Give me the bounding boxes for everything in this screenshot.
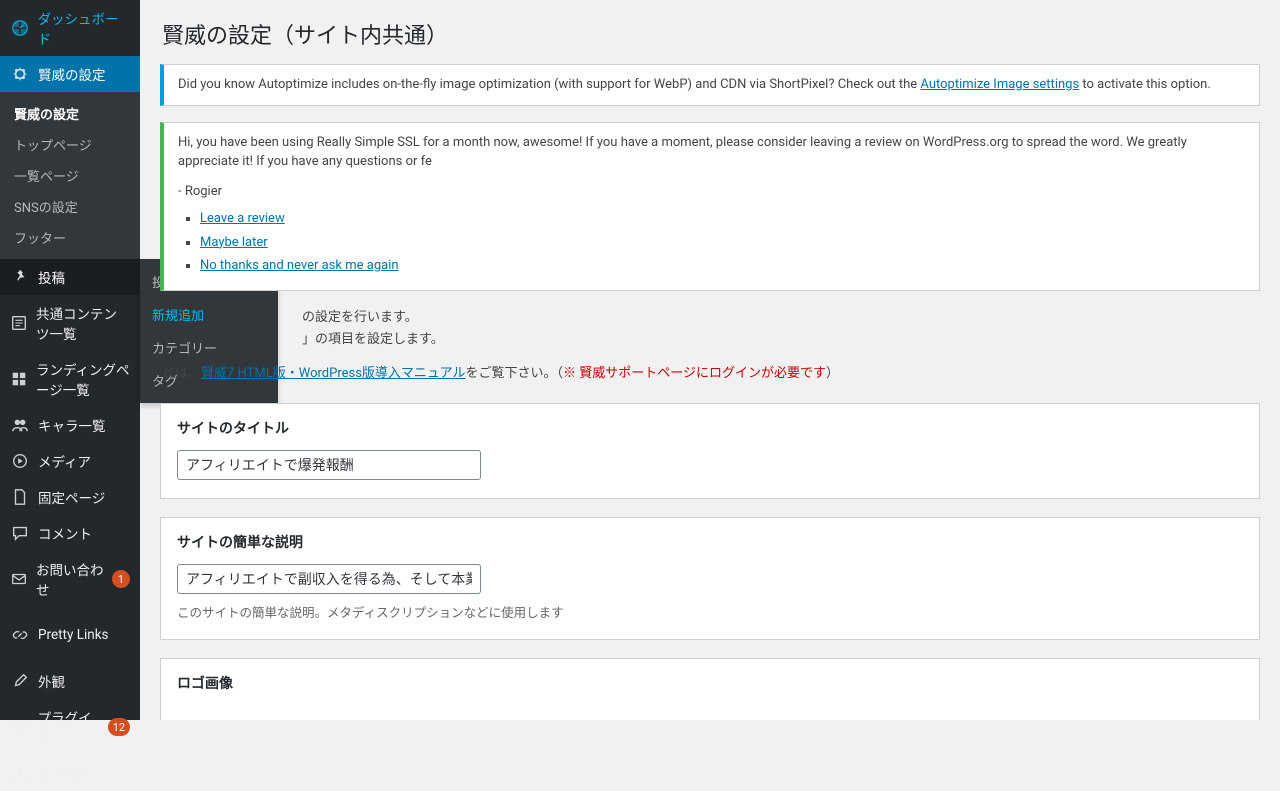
sidebar-item-comments[interactable]: コメント	[0, 515, 140, 551]
sidebar-label: 固定ページ	[38, 487, 105, 507]
submenu-item-footer[interactable]: フッター	[0, 222, 140, 253]
pin-icon	[10, 267, 30, 287]
warn-text: ※ 賢威サポートページにログインが必要です	[563, 366, 826, 381]
sidebar-label: ランディングページ一覧	[36, 359, 130, 399]
plugin-icon	[10, 717, 30, 737]
sidebar-item-dashboard[interactable]: ダッシュボード	[0, 0, 140, 56]
media-icon	[10, 451, 30, 471]
user-icon	[10, 763, 30, 783]
panel-heading: サイトの簡単な説明	[177, 532, 1243, 552]
notice-text: Hi, you have been using Really Simple SS…	[178, 133, 1245, 172]
sidebar-item-posts[interactable]: 投稿 投稿一覧 新規追加 カテゴリー タグ	[0, 259, 140, 295]
sidebar-item-appearance[interactable]: 外観	[0, 663, 140, 699]
mail-icon	[10, 569, 28, 589]
sidebar-label: キャラ一覧	[38, 415, 106, 435]
list-icon	[10, 313, 28, 333]
sidebar-label: コメント	[38, 523, 92, 543]
intro-block: の設定を行います。 」の項目を設定します。 どは、賢威7 HTML版・WordP…	[300, 307, 1260, 385]
page-icon	[10, 487, 30, 507]
dashboard-icon	[10, 18, 30, 38]
notice-rsssl: Hi, you have been using Really Simple SS…	[160, 122, 1260, 291]
link-manual[interactable]: 賢威7 HTML版・WordPress版導入マニュアル	[201, 366, 466, 381]
plugins-badge: 12	[108, 718, 130, 736]
sidebar-label: 投稿	[38, 267, 65, 287]
sidebar-item-chara[interactable]: キャラ一覧	[0, 407, 140, 443]
sidebar-item-contact[interactable]: お問い合わせ 1	[0, 551, 140, 607]
panel-logo: ロゴ画像	[160, 658, 1260, 720]
sidebar-item-landing[interactable]: ランディングページ一覧	[0, 351, 140, 407]
sidebar-submenu-keni: 賢威の設定 トップページ 一覧ページ SNSの設定 フッター	[0, 92, 140, 259]
sidebar-label: 外観	[38, 671, 65, 691]
sidebar-label: 共通コンテンツ一覧	[36, 303, 130, 343]
notice-link-autoptimize[interactable]: Autoptimize Image settings	[920, 77, 1079, 92]
main-content: 賢威の設定（サイト内共通） Did you know Autoptimize i…	[140, 0, 1280, 720]
submenu-item-sns[interactable]: SNSの設定	[0, 191, 140, 222]
sidebar-item-keni[interactable]: 賢威の設定	[0, 56, 140, 92]
input-site-desc[interactable]	[177, 564, 481, 594]
sidebar-item-prettylinks[interactable]: Pretty Links	[0, 617, 140, 653]
submenu-item-keni-settings[interactable]: 賢威の設定	[0, 98, 140, 129]
notice-autoptimize: Did you know Autoptimize includes on-the…	[160, 64, 1260, 106]
link-icon	[10, 625, 30, 645]
sidebar-item-plugins[interactable]: プラグイン 12	[0, 699, 140, 755]
gear-icon	[10, 64, 30, 84]
panel-heading: サイトのタイトル	[177, 418, 1243, 438]
link-leave-review[interactable]: Leave a review	[200, 211, 285, 226]
sidebar-label: ユーザー	[38, 763, 92, 783]
notice-sign: - Rogier	[178, 182, 1245, 202]
panel-heading: ロゴ画像	[177, 673, 1243, 693]
grid-icon	[10, 369, 28, 389]
input-site-title[interactable]	[177, 450, 481, 480]
help-text: このサイトの簡単な説明。メタディスクリプションなどに使用します	[177, 602, 1243, 621]
contact-badge: 1	[112, 570, 130, 588]
link-maybe-later[interactable]: Maybe later	[200, 235, 268, 250]
sidebar-label: ダッシュボード	[38, 8, 130, 48]
panel-site-title: サイトのタイトル	[160, 403, 1260, 499]
submenu-item-toppage[interactable]: トップページ	[0, 129, 140, 160]
sidebar-item-pages[interactable]: 固定ページ	[0, 479, 140, 515]
users-icon	[10, 415, 30, 435]
sidebar-label: メディア	[38, 451, 91, 471]
sidebar-label: お問い合わせ	[36, 559, 108, 599]
submenu-item-listpage[interactable]: 一覧ページ	[0, 160, 140, 191]
sidebar-label: Pretty Links	[38, 627, 109, 643]
comment-icon	[10, 523, 30, 543]
admin-sidebar: ダッシュボード 賢威の設定 賢威の設定 トップページ 一覧ページ SNSの設定 …	[0, 0, 140, 720]
page-title: 賢威の設定（サイト内共通）	[162, 18, 1260, 50]
notice-text: to activate this option.	[1079, 77, 1211, 92]
sidebar-item-users[interactable]: ユーザー	[0, 755, 140, 791]
brush-icon	[10, 671, 30, 691]
sidebar-item-media[interactable]: メディア	[0, 443, 140, 479]
link-no-thanks[interactable]: No thanks and never ask me again	[200, 258, 399, 273]
sidebar-label: 賢威の設定	[38, 64, 106, 84]
panel-site-desc: サイトの簡単な説明 このサイトの簡単な説明。メタディスクリプションなどに使用しま…	[160, 517, 1260, 640]
notice-text: Did you know Autoptimize includes on-the…	[178, 77, 920, 92]
sidebar-item-common-content[interactable]: 共通コンテンツ一覧	[0, 295, 140, 351]
sidebar-label: プラグイン	[38, 707, 104, 747]
